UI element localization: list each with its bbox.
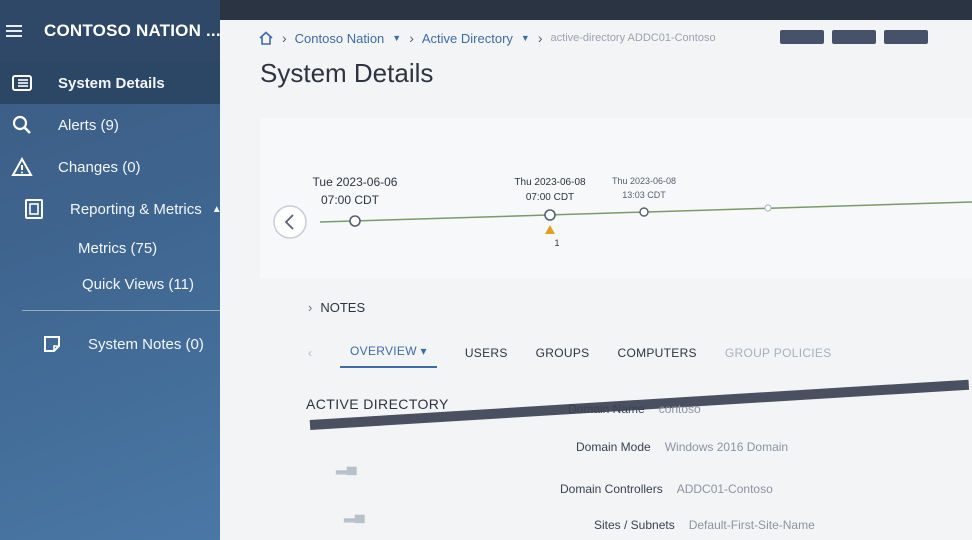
- tab-computers[interactable]: COMPUTERS: [617, 346, 696, 368]
- timeline-node: [639, 207, 649, 217]
- tab-bar: ‹ OVERVIEW ▾ USERS GROUPS COMPUTERS GROU…: [308, 336, 832, 368]
- detail-value: contoso: [658, 402, 701, 416]
- chevron-right-icon: ›: [308, 300, 313, 315]
- timeline-node-date: Tue 2023-06-06: [313, 175, 398, 189]
- top-action-button[interactable]: [884, 30, 928, 44]
- note-icon: [40, 334, 64, 354]
- tab-users[interactable]: USERS: [465, 346, 508, 368]
- detail-row: Sites / Subnets Default-First-Site-Name: [594, 518, 815, 532]
- list-icon: [10, 73, 34, 93]
- sidebar-item-label: Reporting & Metrics: [70, 200, 202, 218]
- timeline-node-time: 07:00 CDT: [321, 193, 380, 207]
- tab-groups[interactable]: GROUPS: [536, 346, 590, 368]
- tab-group-policies[interactable]: GROUP POLICIES: [725, 346, 832, 368]
- chevron-left-icon[interactable]: ‹: [308, 346, 312, 368]
- breadcrumb-item[interactable]: active-directory ADDC01-Contoso: [551, 32, 716, 44]
- timeline-node: [764, 204, 772, 212]
- tab-overview[interactable]: OVERVIEW ▾: [340, 344, 437, 368]
- breadcrumb-separator: ›: [282, 30, 287, 46]
- sidebar-item-label: Changes (0): [58, 158, 141, 176]
- bar-chart-icon[interactable]: ▂▄: [336, 458, 357, 475]
- alert-marker-icon: [545, 225, 555, 234]
- breadcrumb: › Contoso Nation ▼ › Active Directory ▼ …: [258, 30, 716, 46]
- detail-row: Domain Name contoso: [568, 402, 701, 416]
- breadcrumb-item[interactable]: Active Directory: [422, 31, 513, 46]
- detail-key: Sites / Subnets: [594, 518, 675, 532]
- search-icon: [10, 115, 34, 135]
- org-title[interactable]: CONTOSO NATION ...: [44, 21, 221, 41]
- timeline-node-date: Thu 2023-06-08: [514, 177, 586, 188]
- top-action-button[interactable]: [780, 30, 824, 44]
- bar-chart-icon[interactable]: ▂▄: [344, 506, 365, 523]
- detail-value: ADDC01-Contoso: [676, 482, 773, 496]
- tab-label: OVERVIEW: [350, 344, 417, 358]
- timeline-node-date: Thu 2023-06-08: [612, 176, 676, 186]
- notes-label: NOTES: [320, 300, 366, 315]
- sidebar-item-label: Alerts (9): [58, 116, 119, 134]
- page-title: System Details: [260, 58, 434, 88]
- timeline-node-time: 07:00 CDT: [526, 192, 574, 203]
- report-icon: [22, 199, 46, 219]
- sidebar-item-label: System Details: [58, 74, 165, 92]
- warning-icon: [10, 157, 34, 177]
- notes-toggle[interactable]: › NOTES: [308, 300, 365, 315]
- top-action-button[interactable]: [832, 30, 876, 44]
- detail-row: Domain Controllers ADDC01-Contoso: [560, 482, 773, 496]
- detail-key: Domain Controllers: [560, 482, 663, 496]
- home-icon[interactable]: [258, 31, 274, 45]
- detail-row: Domain Mode Windows 2016 Domain: [576, 440, 788, 454]
- breadcrumb-item[interactable]: Contoso Nation: [295, 31, 385, 46]
- sidebar-item-label: System Notes (0): [88, 335, 204, 353]
- detail-value: Windows 2016 Domain: [664, 440, 789, 454]
- menu-icon[interactable]: [6, 25, 22, 37]
- breadcrumb-separator: ›: [409, 30, 414, 46]
- breadcrumb-separator: ›: [537, 30, 543, 46]
- main-content: › Contoso Nation ▼ › Active Directory ▼ …: [220, 0, 972, 540]
- top-bar: [220, 0, 972, 20]
- timeline-node: [349, 215, 361, 227]
- chevron-down-icon[interactable]: ▼: [521, 33, 530, 43]
- timeline-node: [544, 209, 556, 221]
- chevron-down-icon[interactable]: ▼: [392, 33, 401, 43]
- timeline-prev-button: [273, 205, 307, 239]
- detail-value: Default-First-Site-Name: [688, 518, 815, 532]
- detail-key: Domain Mode: [576, 440, 651, 454]
- timeline-node-time: 13:03 CDT: [622, 190, 666, 200]
- timeline: Tue 2023-06-06 07:00 CDT Thu 2023-06-08 …: [260, 118, 972, 278]
- alert-count: 1: [554, 238, 559, 248]
- section-title: ACTIVE DIRECTORY: [306, 396, 449, 412]
- detail-key: Domain Name: [568, 402, 645, 416]
